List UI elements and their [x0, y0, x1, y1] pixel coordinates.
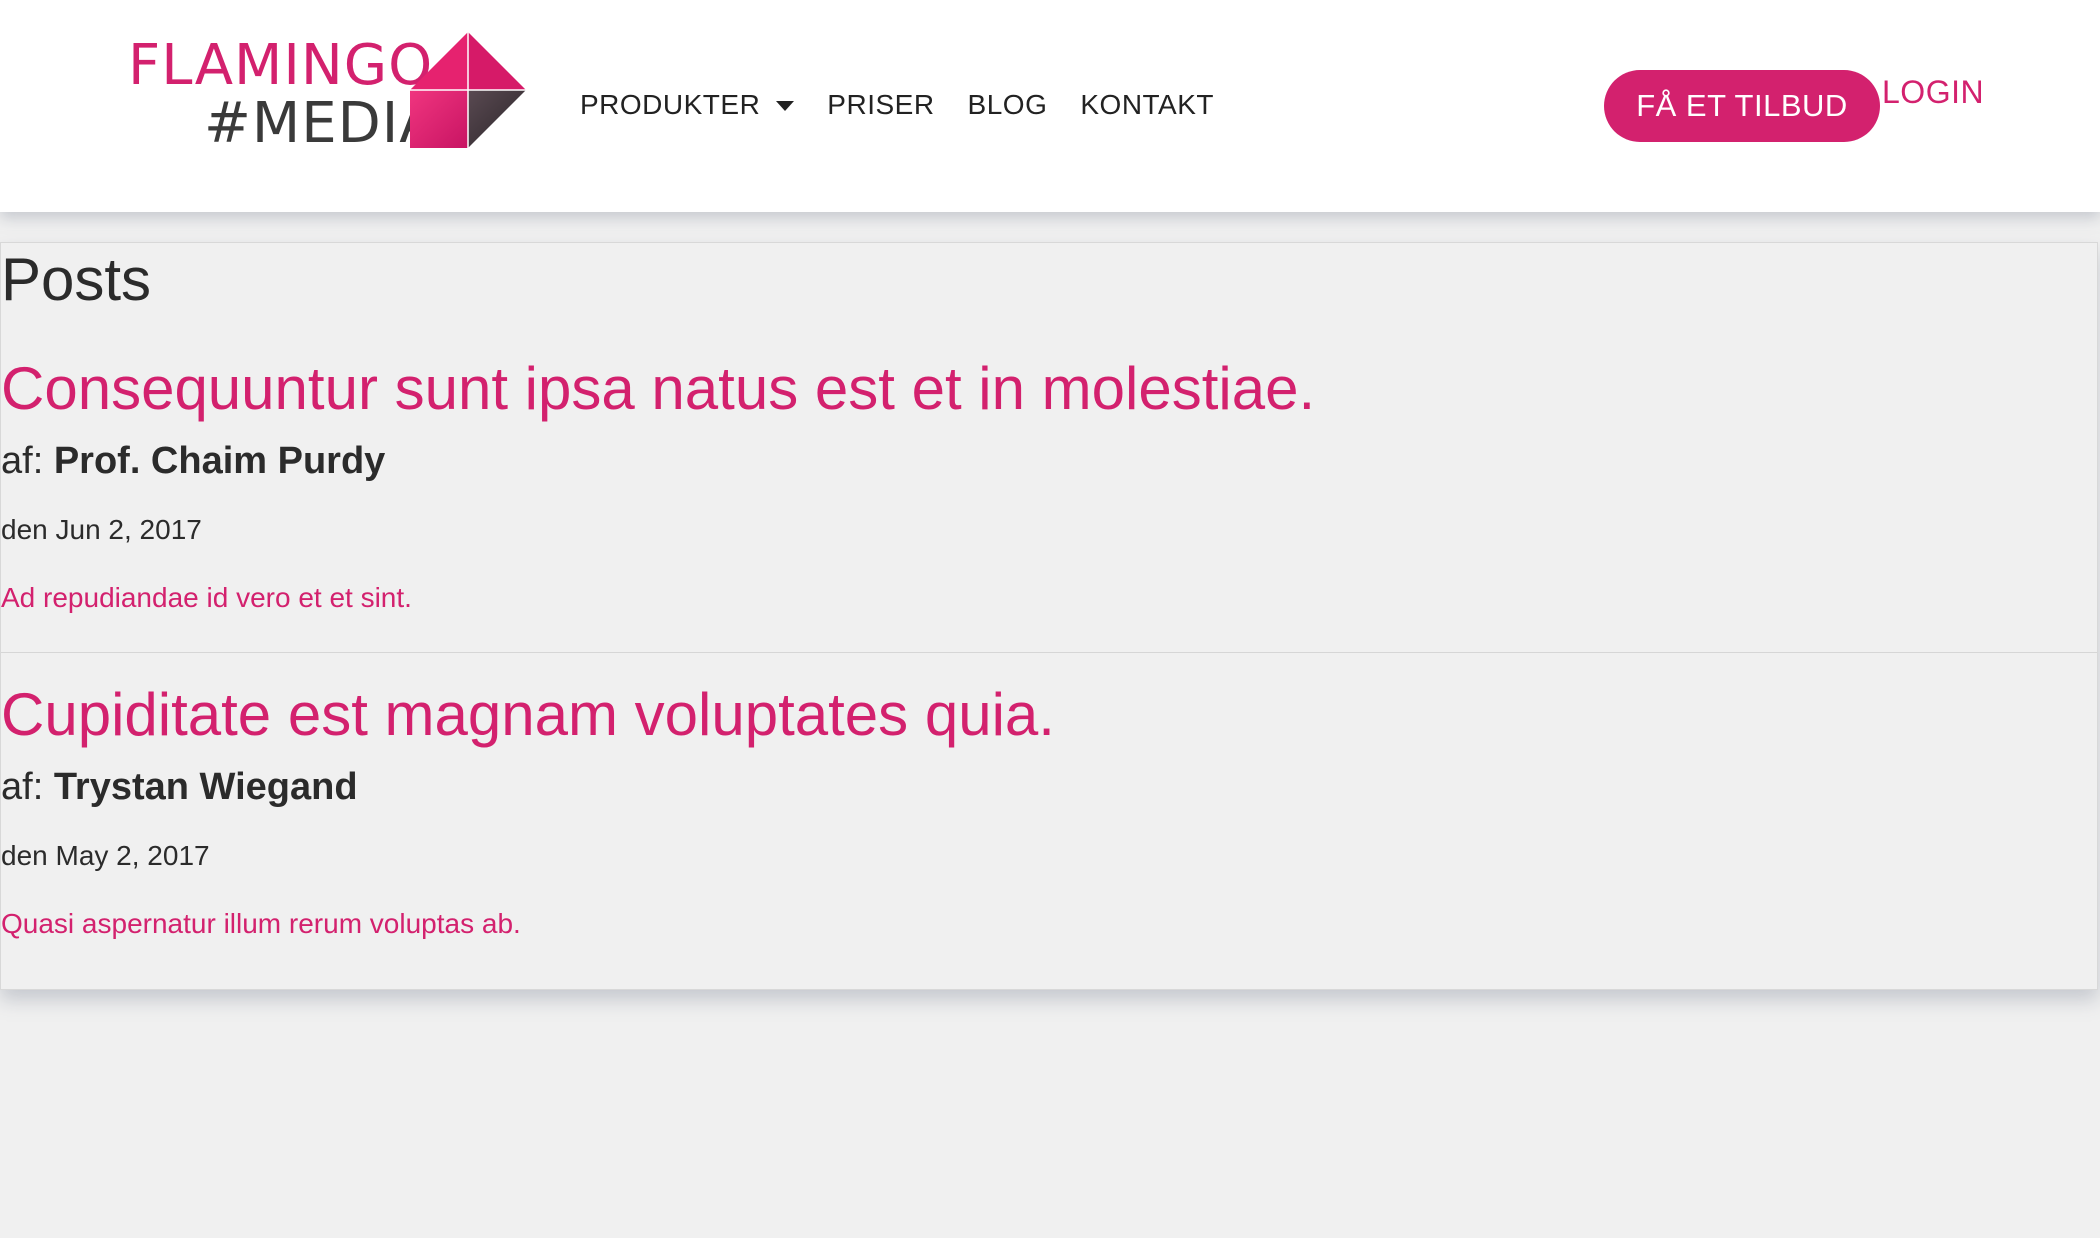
post-title-link[interactable]: Consequuntur sunt ipsa natus est et in m…: [1, 353, 1315, 425]
post-title-link[interactable]: Cupiditate est magnam voluptates quia.: [1, 679, 1055, 751]
main-nav: PRODUKTER PRISER BLOG KONTAKT: [580, 88, 1247, 122]
author-prefix: af:: [1, 766, 54, 808]
logo-text-media: #MEDIA: [204, 91, 439, 156]
post-item: Cupiditate est magnam voluptates quia. a…: [1, 679, 2097, 979]
post-date: den Jun 2, 2017: [1, 514, 202, 545]
post-item: Consequuntur sunt ipsa natus est et in m…: [1, 353, 2097, 653]
chevron-down-icon: [776, 101, 795, 111]
post-author: af: Trystan Wiegand: [1, 765, 358, 811]
nav-item-label: BLOG: [967, 89, 1048, 120]
author-name: Prof. Chaim Purdy: [53, 440, 386, 482]
login-link[interactable]: LOGIN: [1882, 74, 1984, 111]
nav-item-produkter[interactable]: PRODUKTER: [580, 88, 795, 122]
nav-item-label: PRODUKTER: [580, 89, 761, 120]
get-quote-button[interactable]: FÅ ET TILBUD: [1604, 70, 1880, 142]
nav-item-label: PRISER: [827, 89, 935, 120]
post-excerpt-link[interactable]: Quasi aspernatur illum rerum voluptas ab…: [1, 907, 521, 941]
logo-text-flamingo: FLAMINGO: [128, 33, 434, 98]
nav-item-label: KONTAKT: [1080, 89, 1215, 120]
author-prefix: af:: [1, 440, 54, 482]
nav-item-kontakt[interactable]: KONTAKT: [1080, 88, 1214, 122]
page-title: Posts: [1, 246, 152, 313]
post-excerpt-link[interactable]: Ad repudiandae id vero et et sint.: [1, 581, 412, 615]
nav-item-blog[interactable]: BLOG: [968, 88, 1048, 122]
post-author: af: Prof. Chaim Purdy: [1, 439, 385, 485]
posts-panel: Posts Consequuntur sunt ipsa natus est e…: [0, 242, 2098, 990]
nav-item-priser[interactable]: PRISER: [827, 88, 934, 122]
post-date: den May 2, 2017: [1, 840, 210, 871]
site-header: FLAMINGO #MEDIA PRODUKTER PRISER BLOG KO…: [0, 0, 2100, 212]
brand-logo[interactable]: FLAMINGO #MEDIA: [128, 32, 526, 156]
author-name: Trystan Wiegand: [53, 766, 358, 808]
logo-diamond-icon: [410, 32, 526, 148]
